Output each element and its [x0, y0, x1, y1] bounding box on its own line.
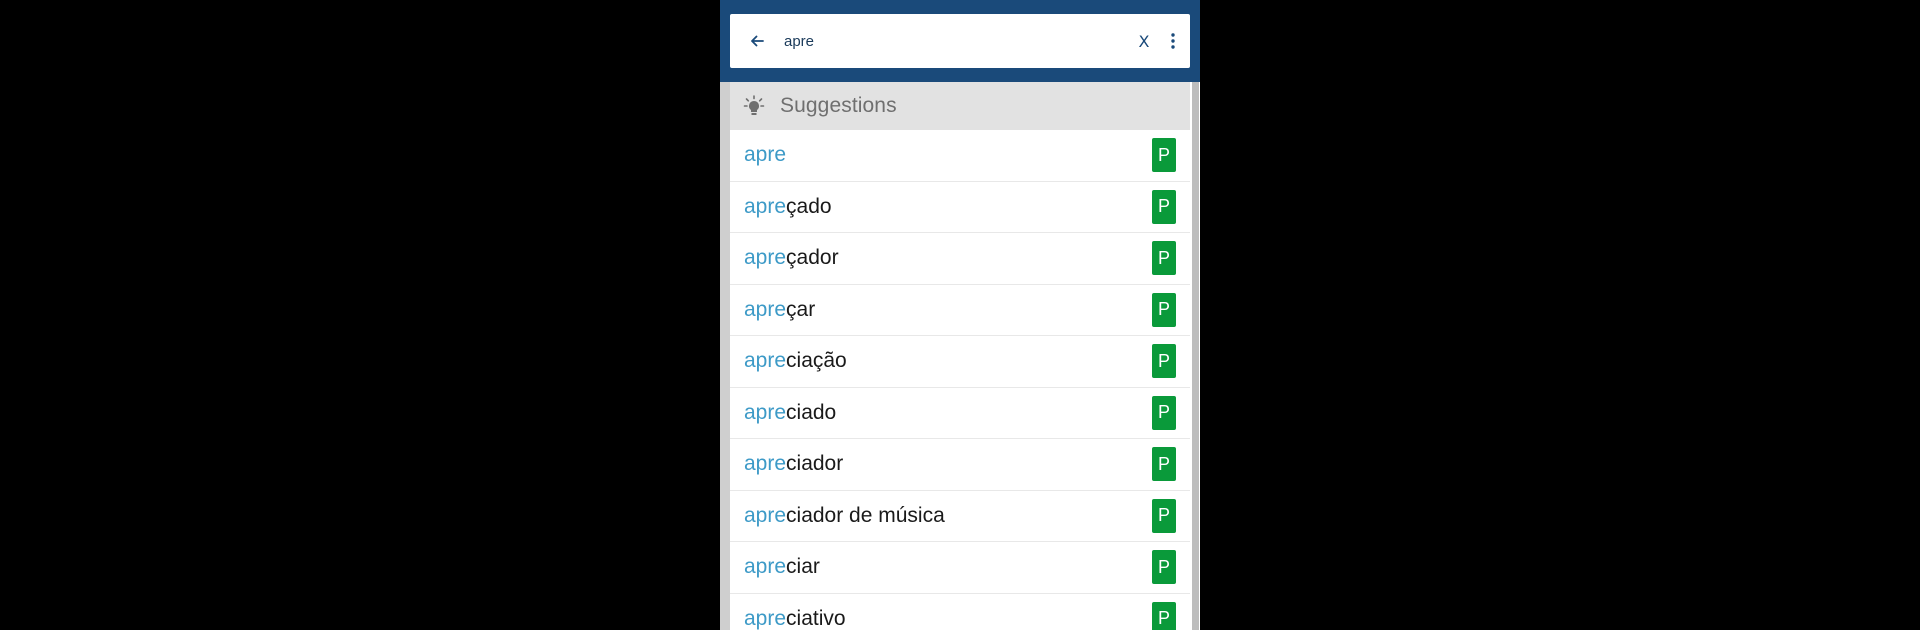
scrollbar-thumb[interactable] — [1192, 82, 1199, 630]
suggestion-word: apreçador — [744, 246, 839, 270]
language-badge: P — [1152, 601, 1176, 630]
suggestion-word: apreçado — [744, 195, 832, 219]
language-badge: P — [1152, 292, 1176, 327]
suggestions-title: Suggestions — [780, 94, 897, 117]
search-app-bar: X — [720, 0, 1200, 82]
scrollbar[interactable] — [1190, 82, 1200, 630]
suggestion-word: apreciar — [744, 555, 820, 579]
suggestion-item[interactable]: apreciação P — [730, 336, 1190, 388]
more-options-button[interactable] — [1158, 14, 1188, 68]
clear-button[interactable]: X — [1130, 14, 1158, 68]
suggestion-match-prefix: apre — [744, 606, 787, 630]
suggestion-remainder: ciado — [786, 400, 837, 424]
suggestion-match-prefix: apre — [744, 400, 787, 424]
suggestions-panel: Suggestions apre Papreçado Papreçador Papre… — [720, 82, 1200, 630]
suggestion-word: apreciador de música — [744, 504, 945, 528]
suggestion-item[interactable]: apreciador de música P — [730, 490, 1190, 542]
language-badge: P — [1152, 498, 1176, 533]
suggestions-header: Suggestions — [730, 82, 1190, 130]
search-input[interactable] — [778, 14, 1130, 68]
suggestion-word: apreçar — [744, 298, 815, 322]
suggestion-word: apreciação — [744, 349, 847, 373]
suggestion-word: apreciador — [744, 452, 843, 476]
suggestion-remainder: ciativo — [786, 606, 846, 630]
suggestions-list: apre Papreçado Papreçador Papreçar Papreciaç… — [730, 130, 1190, 630]
language-badge: P — [1152, 138, 1176, 172]
suggestion-item[interactable]: apreçador P — [730, 233, 1190, 285]
search-box: X — [730, 14, 1190, 68]
suggestion-match-prefix: apre — [744, 555, 787, 579]
suggestion-remainder: çado — [786, 194, 832, 218]
suggestion-match-prefix: apre — [744, 246, 787, 270]
language-badge: P — [1152, 550, 1176, 584]
suggestion-match-prefix: apre — [744, 194, 787, 218]
lightbulb-icon — [743, 95, 765, 115]
close-icon: X — [1138, 31, 1150, 51]
suggestion-item[interactable]: apreciado P — [730, 387, 1190, 439]
suggestion-remainder: çador — [786, 246, 839, 270]
suggestion-remainder: çar — [786, 297, 816, 321]
suggestion-remainder: ciar — [786, 555, 820, 579]
arrow-left-icon — [751, 35, 764, 47]
panel-edge — [720, 82, 730, 630]
suggestion-match-prefix: apre — [744, 143, 787, 167]
suggestion-remainder: ciador de música — [786, 503, 945, 527]
suggestion-match-prefix: apre — [744, 349, 787, 373]
language-badge: P — [1152, 344, 1176, 378]
suggestion-word: apre — [744, 143, 786, 167]
suggestion-remainder: ciação — [786, 349, 847, 373]
language-badge: P — [1152, 447, 1176, 481]
suggestion-match-prefix: apre — [744, 503, 787, 527]
more-vert-icon — [1171, 33, 1175, 49]
suggestion-item[interactable]: apreçado P — [730, 181, 1190, 233]
suggestion-item[interactable]: apreciar P — [730, 542, 1190, 594]
suggestion-item[interactable]: apreciativo P — [730, 593, 1190, 630]
suggestion-remainder: ciador — [786, 452, 844, 476]
suggestion-item[interactable]: apreçar P — [730, 284, 1190, 336]
language-badge: P — [1152, 241, 1176, 275]
suggestion-word: apreciado — [744, 401, 836, 425]
suggestion-item[interactable]: apre P — [730, 130, 1190, 182]
suggestion-match-prefix: apre — [744, 452, 787, 476]
back-button[interactable] — [736, 14, 778, 68]
suggestion-match-prefix: apre — [744, 297, 787, 321]
language-badge: P — [1152, 189, 1176, 224]
app-screen: X — [720, 0, 1200, 630]
language-badge: P — [1152, 395, 1176, 430]
suggestion-item[interactable]: apreciador P — [730, 439, 1190, 491]
suggestion-word: apreciativo — [744, 607, 846, 630]
